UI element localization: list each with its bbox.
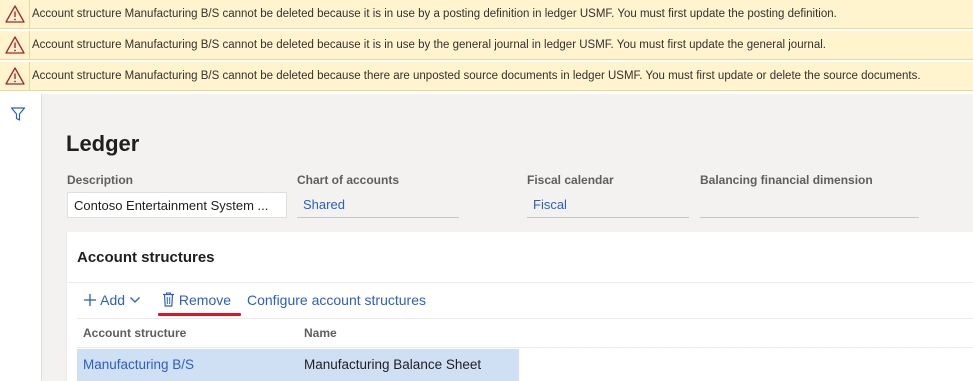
warning-icon	[5, 36, 25, 54]
balancing-dimension-field[interactable]	[700, 192, 919, 218]
configure-account-structures-button[interactable]: Configure account structures	[247, 292, 426, 308]
account-structure-cell[interactable]: Manufacturing B/S	[83, 357, 194, 372]
warning-message: Account structure Manufacturing B/S cann…	[32, 70, 921, 82]
remove-highlight-underline	[158, 313, 241, 316]
warning-banner: Account structure Manufacturing B/S cann…	[0, 62, 973, 91]
fiscal-calendar-field[interactable]: Fiscal	[527, 192, 689, 218]
name-cell: Manufacturing Balance Sheet	[304, 357, 482, 372]
warning-divider	[29, 62, 30, 90]
card-divider	[67, 282, 973, 283]
chart-of-accounts-field[interactable]: Shared	[297, 192, 459, 218]
chart-of-accounts-label: Chart of accounts	[297, 173, 400, 187]
page-title: Ledger	[66, 131, 140, 156]
account-structures-title: Account structures	[77, 249, 215, 266]
warning-divider	[29, 31, 30, 59]
left-rail	[0, 94, 42, 381]
remove-button[interactable]: Remove	[162, 292, 231, 308]
remove-label: Remove	[178, 292, 232, 308]
add-label: Add	[100, 292, 126, 308]
balancing-dimension-label: Balancing financial dimension	[700, 173, 873, 187]
trash-icon	[163, 292, 174, 307]
warning-message: Account structure Manufacturing B/S cann…	[32, 39, 826, 51]
warning-icon	[5, 5, 25, 23]
warning-banner: Account structure Manufacturing B/S cann…	[0, 31, 973, 60]
chevron-down-icon	[129, 297, 140, 303]
warning-message: Account structure Manufacturing B/S cann…	[32, 8, 837, 20]
column-header-account-structure[interactable]: Account structure	[83, 326, 186, 340]
warning-banner: Account structure Manufacturing B/S cann…	[0, 0, 973, 29]
grid-header	[77, 318, 973, 348]
add-button[interactable]: Add	[83, 292, 141, 308]
filter-icon[interactable]	[10, 106, 26, 122]
warning-icon	[5, 67, 25, 85]
warning-divider	[29, 0, 30, 28]
description-label: Description	[67, 173, 134, 187]
fiscal-calendar-label: Fiscal calendar	[527, 173, 614, 187]
plus-icon	[84, 294, 96, 306]
description-field[interactable]: Contoso Entertainment System ...	[67, 192, 287, 218]
column-header-name[interactable]: Name	[304, 326, 337, 340]
